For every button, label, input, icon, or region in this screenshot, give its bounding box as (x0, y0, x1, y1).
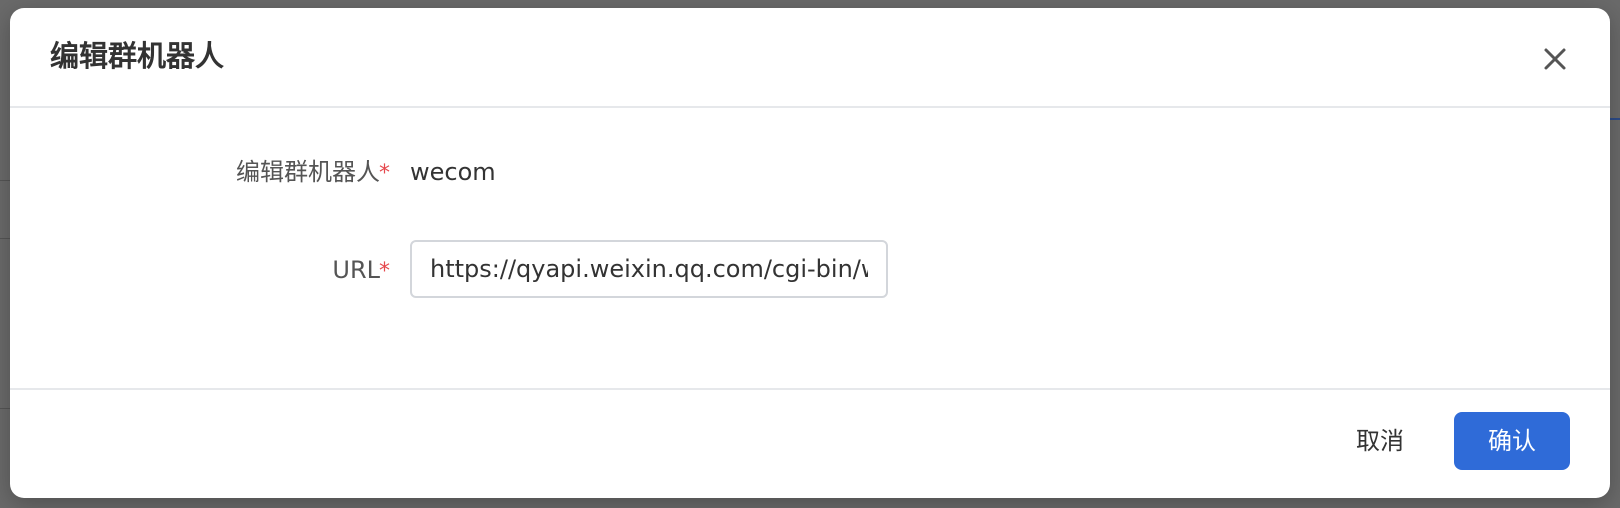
required-mark: * (379, 161, 390, 186)
cancel-button[interactable]: 取消 (1328, 412, 1432, 470)
form-row-url: URL * (10, 240, 1610, 300)
required-mark: * (379, 259, 390, 284)
name-label: 编辑群机器人 (236, 158, 380, 186)
robot-name-value: wecom (410, 158, 496, 186)
dialog-title: 编辑群机器人 (50, 39, 225, 73)
url-input[interactable] (410, 240, 888, 298)
dialog-body: 编辑群机器人 * wecom URL * (10, 108, 1610, 396)
form-row-name: 编辑群机器人 * wecom (10, 142, 1610, 202)
dialog-header: 编辑群机器人 (10, 8, 1610, 108)
confirm-button[interactable]: 确认 (1454, 412, 1570, 470)
url-label: URL (332, 256, 380, 284)
edit-robot-dialog: 编辑群机器人 编辑群机器人 * wecom URL * 取消 确认 (10, 8, 1610, 498)
close-icon (1538, 42, 1572, 76)
dialog-footer: 取消 确认 (10, 388, 1610, 498)
close-button[interactable] (1538, 42, 1572, 76)
